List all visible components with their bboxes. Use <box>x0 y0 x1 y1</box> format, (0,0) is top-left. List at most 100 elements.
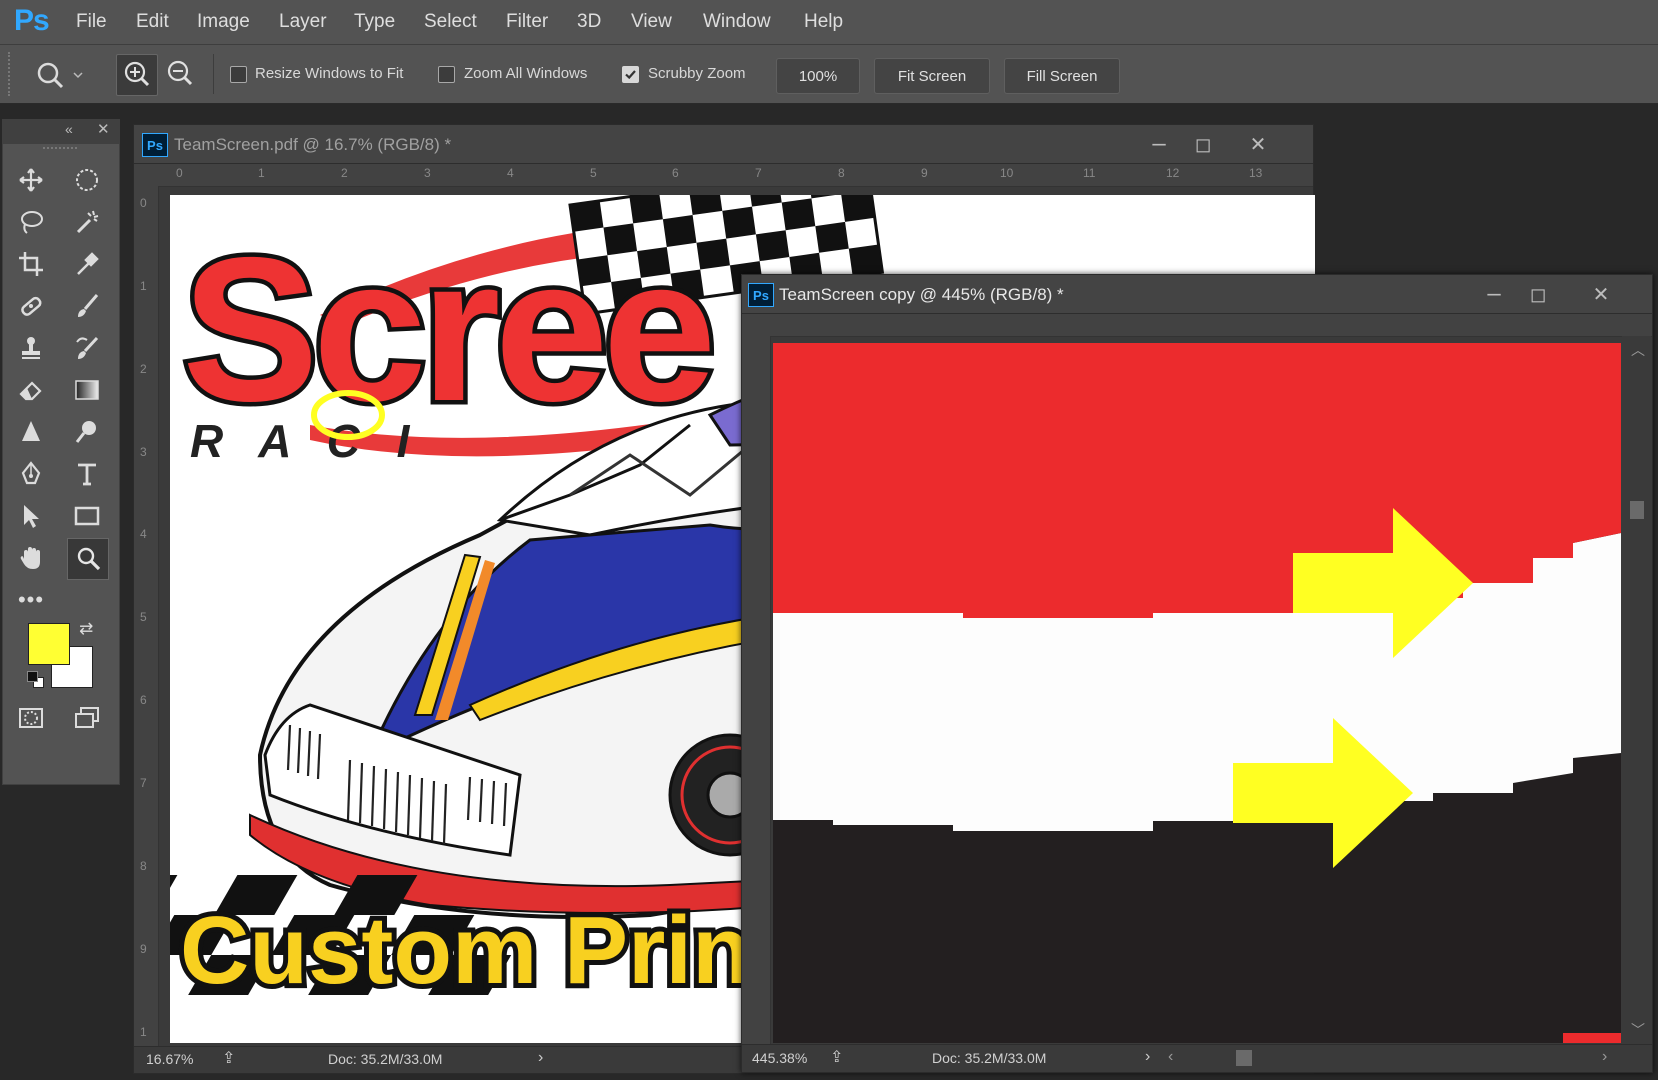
menu-select[interactable]: Select <box>424 11 477 33</box>
horizontal-ruler[interactable]: 0 1 2 3 4 5 6 7 8 9 10 11 12 13 <box>134 164 1313 187</box>
status-menu-arrow-icon[interactable]: › <box>538 1049 543 1067</box>
default-colors-icon[interactable] <box>27 671 44 688</box>
eyedropper-tool[interactable] <box>69 246 105 282</box>
clone-stamp-tool[interactable] <box>13 330 49 366</box>
vertical-scroll-thumb[interactable] <box>1630 501 1644 519</box>
rectangle-tool[interactable] <box>69 498 105 534</box>
ruler-tick-label: 6 <box>672 166 679 180</box>
close-window-button[interactable]: ✕ <box>1579 279 1623 309</box>
ruler-tick-label: 2 <box>341 166 348 180</box>
quick-mask-button[interactable] <box>13 700 49 736</box>
history-brush-tool[interactable] <box>69 330 105 366</box>
menu-help[interactable]: Help <box>804 11 843 33</box>
document-2-title: TeamScreen copy @ 445% (RGB/8) * <box>779 285 1064 304</box>
history-brush-icon <box>76 336 99 359</box>
zoom-out-button[interactable] <box>160 54 200 94</box>
resize-windows-checkbox[interactable] <box>230 66 247 83</box>
share-icon[interactable]: ⇪ <box>830 1047 843 1067</box>
eraser-icon <box>19 381 42 401</box>
scrubby-zoom-checkbox[interactable] <box>622 66 639 83</box>
brush-icon <box>78 294 99 317</box>
scroll-down-icon[interactable]: ﹀ <box>1631 1020 1645 1040</box>
menu-view[interactable]: View <box>631 11 672 33</box>
magic-wand-tool[interactable] <box>69 204 105 240</box>
crop-tool[interactable] <box>13 246 49 282</box>
document-1-titlebar[interactable]: Ps TeamScreen.pdf @ 16.7% (RGB/8) * ‒ ◻ … <box>134 125 1313 164</box>
screen-mode-button[interactable] <box>69 700 105 736</box>
zoom-all-windows-checkbox[interactable] <box>438 66 455 83</box>
close-panel-icon[interactable]: ✕ <box>97 120 110 138</box>
document-2-titlebar[interactable]: Ps TeamScreen copy @ 445% (RGB/8) * ‒ ◻ … <box>742 275 1652 314</box>
custom-print-text: Custom Prin <box>180 897 751 1004</box>
gradient-tool[interactable] <box>69 372 105 408</box>
menu-file[interactable]: File <box>76 11 107 33</box>
ps-doc-icon: Ps <box>748 283 774 307</box>
horizontal-scroll-thumb[interactable] <box>1236 1050 1252 1066</box>
collapse-panel-icon[interactable]: « <box>65 121 73 137</box>
menu-type[interactable]: Type <box>354 11 395 33</box>
scroll-up-icon[interactable]: ︿ <box>1631 340 1645 360</box>
scroll-right-icon[interactable]: › <box>1602 1048 1607 1066</box>
ruler-tick-label: 1 <box>140 1025 147 1039</box>
menu-layer[interactable]: Layer <box>279 11 327 33</box>
minimize-button[interactable]: ‒ <box>1137 129 1181 159</box>
maximize-button[interactable]: ◻ <box>1516 279 1560 309</box>
zoom-level[interactable]: 445.38% <box>752 1050 807 1066</box>
fit-screen-button[interactable]: Fit Screen <box>874 58 990 94</box>
type-icon <box>78 463 96 486</box>
type-tool[interactable] <box>69 456 105 492</box>
hand-tool[interactable] <box>13 540 49 576</box>
zoom-in-button[interactable] <box>116 54 158 96</box>
photoshop-logo: Ps <box>14 4 50 37</box>
document-2-canvas[interactable] <box>773 343 1621 1043</box>
zoom-100-button[interactable]: 100% <box>776 58 860 94</box>
share-icon[interactable]: ⇪ <box>222 1048 235 1068</box>
dodge-icon <box>75 421 96 443</box>
brush-tool[interactable] <box>69 288 105 324</box>
eraser-tool[interactable] <box>13 372 49 408</box>
pen-tool[interactable] <box>13 456 49 492</box>
tool-preset-picker[interactable] <box>32 58 92 92</box>
blur-tool[interactable] <box>13 414 49 450</box>
horizontal-scrollbar[interactable]: ‹ › <box>1160 1047 1620 1069</box>
panel-grip[interactable] <box>43 147 77 153</box>
menu-filter[interactable]: Filter <box>506 11 548 33</box>
move-tool[interactable] <box>13 162 49 198</box>
minimize-button[interactable]: ‒ <box>1472 279 1516 309</box>
vertical-scrollbar[interactable]: ︿ ﹀ <box>1622 336 1651 1044</box>
dodge-tool[interactable] <box>69 414 105 450</box>
elliptical-marquee-tool[interactable] <box>69 162 105 198</box>
menu-image[interactable]: Image <box>197 11 250 33</box>
ellipse-marquee-icon <box>76 169 98 191</box>
menu-edit[interactable]: Edit <box>136 11 169 33</box>
ruler-tick-label: 11 <box>1083 166 1096 180</box>
swap-colors-icon[interactable]: ⇄ <box>79 619 93 639</box>
horizontal-ruler[interactable] <box>742 314 1652 337</box>
move-icon <box>19 168 43 192</box>
menu-bar: Ps File Edit Image Layer Type Select Fil… <box>0 0 1658 44</box>
tools-panel-header[interactable]: « ✕ <box>3 120 119 144</box>
maximize-button[interactable]: ◻ <box>1181 129 1225 159</box>
fill-screen-button[interactable]: Fill Screen <box>1004 58 1120 94</box>
scroll-left-icon[interactable]: ‹ <box>1168 1048 1173 1066</box>
path-selection-tool[interactable] <box>13 498 49 534</box>
close-window-button[interactable]: ✕ <box>1236 129 1280 159</box>
menu-3d[interactable]: 3D <box>577 11 601 33</box>
menu-window[interactable]: Window <box>703 11 771 33</box>
zoom-level[interactable]: 16.67% <box>146 1051 193 1067</box>
document-window-teamscreen-copy[interactable]: Ps TeamScreen copy @ 445% (RGB/8) * ‒ ◻ … <box>741 274 1653 1073</box>
zoom-out-icon <box>167 60 193 86</box>
resize-windows-label: Resize Windows to Fit <box>255 65 404 82</box>
close-icon: ✕ <box>1592 283 1610 306</box>
edit-toolbar-button[interactable]: ••• <box>13 582 49 618</box>
zoom-tool[interactable] <box>67 538 109 580</box>
foreground-color-swatch[interactable] <box>28 623 70 665</box>
close-icon: ✕ <box>1249 133 1267 156</box>
healing-brush-tool[interactable] <box>13 288 49 324</box>
options-bar-grip[interactable] <box>8 52 14 96</box>
vertical-ruler[interactable]: 0 1 2 3 4 5 6 7 8 9 1 <box>134 186 159 1046</box>
status-menu-arrow-icon[interactable]: › <box>1145 1048 1150 1066</box>
rectangle-icon <box>74 506 100 526</box>
vertical-ruler[interactable] <box>742 336 771 1044</box>
lasso-tool[interactable] <box>13 204 49 240</box>
